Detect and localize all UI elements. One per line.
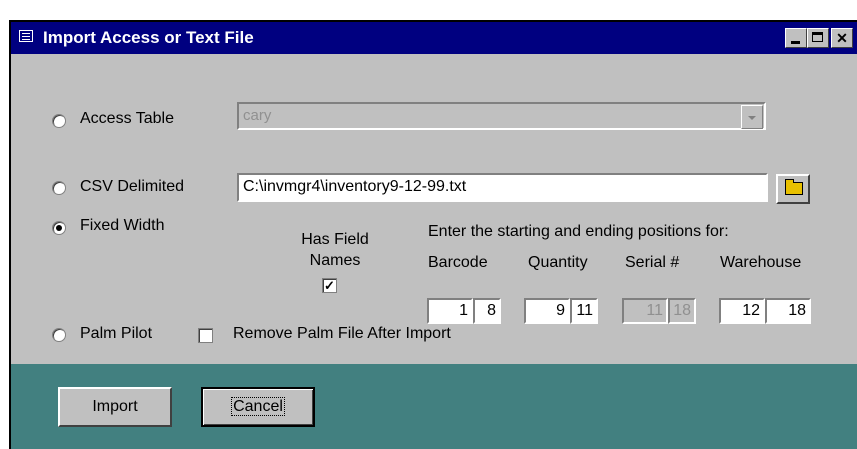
serial-label: Serial # bbox=[625, 254, 680, 271]
import-button-label: Import bbox=[92, 398, 138, 415]
close-button[interactable]: ✕ bbox=[831, 28, 853, 48]
access-table-radio[interactable] bbox=[52, 114, 66, 128]
import-dialog: Import Access or Text File ✕ Access Tabl… bbox=[9, 20, 857, 449]
has-field-names-checkbox[interactable]: ✓ bbox=[322, 278, 337, 293]
serial-end-input: 18 bbox=[668, 298, 696, 324]
csv-delimited-label: CSV Delimited bbox=[80, 178, 185, 195]
remove-palm-file-label: Remove Palm File After Import bbox=[233, 325, 451, 342]
form-icon bbox=[19, 30, 33, 42]
serial-start-input: 11 bbox=[622, 298, 668, 324]
access-table-label: Access Table bbox=[80, 110, 174, 127]
barcode-label: Barcode bbox=[428, 254, 488, 271]
positions-instruction: Enter the starting and ending positions … bbox=[428, 223, 729, 240]
button-bar: Import Cancel bbox=[11, 364, 857, 449]
warehouse-label: Warehouse bbox=[720, 254, 802, 271]
window-title: Import Access or Text File bbox=[43, 28, 254, 47]
cancel-button[interactable]: Cancel bbox=[201, 387, 315, 427]
maximize-icon bbox=[812, 32, 823, 42]
close-icon: ✕ bbox=[836, 30, 848, 46]
folder-open-icon bbox=[785, 179, 803, 195]
has-field-names-label-line1: Has Field bbox=[301, 231, 369, 248]
access-table-value: cary bbox=[243, 107, 272, 124]
browse-button[interactable] bbox=[776, 174, 810, 204]
remove-palm-file-checkbox[interactable] bbox=[198, 328, 213, 343]
fixed-width-radio[interactable] bbox=[52, 221, 66, 235]
csv-delimited-radio[interactable] bbox=[52, 181, 66, 195]
maximize-button[interactable] bbox=[807, 28, 829, 48]
file-path-value: C:\invmgr4\inventory9-12-99.txt bbox=[243, 178, 467, 195]
access-table-select: cary bbox=[237, 102, 766, 130]
checkmark-icon: ✓ bbox=[324, 278, 335, 293]
minimize-button[interactable] bbox=[785, 28, 807, 48]
warehouse-start-input[interactable]: 12 bbox=[719, 298, 765, 324]
chevron-down-icon bbox=[741, 105, 763, 129]
title-bar[interactable]: Import Access or Text File ✕ bbox=[11, 22, 857, 54]
quantity-start-input[interactable]: 9 bbox=[524, 298, 570, 324]
fixed-width-label: Fixed Width bbox=[80, 217, 165, 234]
file-path-input[interactable]: C:\invmgr4\inventory9-12-99.txt bbox=[237, 173, 768, 202]
cancel-button-label: Cancel bbox=[231, 397, 285, 416]
quantity-label: Quantity bbox=[528, 254, 588, 271]
barcode-end-input[interactable]: 8 bbox=[473, 298, 501, 324]
quantity-end-input[interactable]: 11 bbox=[570, 298, 598, 324]
warehouse-end-input[interactable]: 18 bbox=[765, 298, 811, 324]
import-button[interactable]: Import bbox=[58, 387, 172, 427]
minimize-icon bbox=[791, 41, 800, 44]
barcode-start-input[interactable]: 1 bbox=[427, 298, 473, 324]
palm-pilot-label: Palm Pilot bbox=[80, 325, 153, 342]
palm-pilot-radio[interactable] bbox=[52, 328, 66, 342]
has-field-names-label-line2: Names bbox=[309, 252, 361, 269]
